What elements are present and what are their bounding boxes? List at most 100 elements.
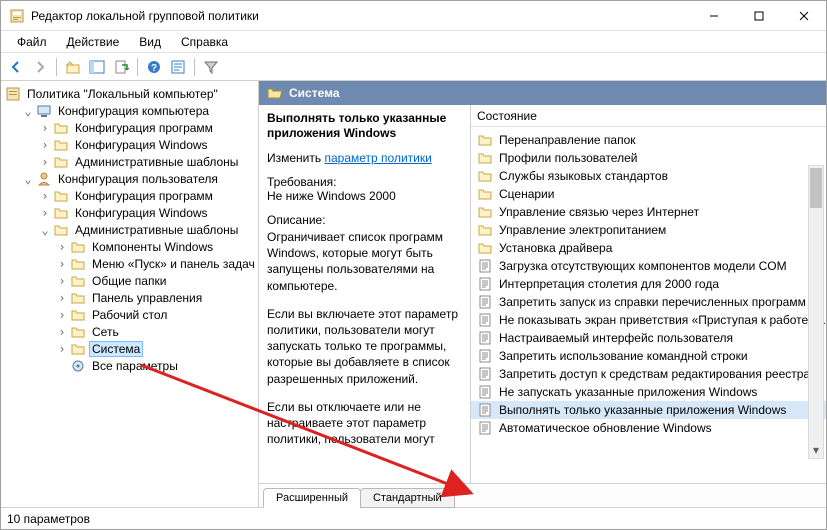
tree-item[interactable]: › Общие папки <box>52 272 258 289</box>
collapse-icon[interactable]: ⌄ <box>39 224 51 236</box>
folder-icon <box>53 137 69 153</box>
list-item-label: Автоматическое обновление Windows <box>499 421 712 435</box>
minimize-button[interactable] <box>691 1 736 31</box>
list-item-label: Сценарии <box>499 187 554 201</box>
expand-icon[interactable]: › <box>39 190 51 202</box>
computer-icon <box>36 103 52 119</box>
list-item-label: Не показывать экран приветствия «Приступ… <box>499 313 826 327</box>
tree-item[interactable]: › Сеть <box>52 323 258 340</box>
tree-item[interactable]: › Панель управления <box>52 289 258 306</box>
expand-icon[interactable]: › <box>56 275 68 287</box>
collapse-icon[interactable]: ⌄ <box>22 105 34 117</box>
list-folder[interactable]: Сценарии <box>471 185 826 203</box>
right-pane: Система Выполнять только указанные прило… <box>259 81 826 507</box>
column-header[interactable]: Состояние <box>471 105 826 127</box>
list-policy[interactable]: Запретить запуск из справки перечисленны… <box>471 293 826 311</box>
list-policy[interactable]: Не запускать указанные приложения Window… <box>471 383 826 401</box>
expand-icon[interactable]: › <box>39 122 51 134</box>
tree-item[interactable]: › Меню «Пуск» и панель задач <box>52 255 258 272</box>
collapse-icon[interactable]: ⌄ <box>22 173 34 185</box>
tree-item[interactable]: › Система <box>52 340 258 357</box>
tab-standard[interactable]: Стандартный <box>360 488 455 508</box>
list-policy[interactable]: Выполнять только указанные приложения Wi… <box>471 401 826 419</box>
scroll-thumb[interactable] <box>810 168 822 208</box>
tree-pane[interactable]: Политика "Локальный компьютер" ⌄ Конфигу… <box>1 81 259 507</box>
folder-icon <box>70 324 86 340</box>
tree-item[interactable]: ›Конфигурация Windows <box>35 204 258 221</box>
folder-icon <box>53 222 69 238</box>
expand-icon[interactable]: › <box>56 326 68 338</box>
node-label: Сеть <box>90 325 121 339</box>
menubar: Файл Действие Вид Справка <box>1 31 826 53</box>
toolbar-separator <box>137 58 138 76</box>
status-text: 10 параметров <box>7 512 90 526</box>
tree-user-config[interactable]: ⌄ Конфигурация пользователя <box>18 170 258 187</box>
node-label: Административные шаблоны <box>73 155 240 169</box>
list-policy[interactable]: Настраиваемый интерфейс пользователя <box>471 329 826 347</box>
expand-icon[interactable]: › <box>39 156 51 168</box>
policy-file-icon <box>477 402 493 418</box>
list-pane[interactable]: Состояние Перенаправление папокПрофили п… <box>471 105 826 483</box>
edit-label: Изменить <box>267 151 321 165</box>
tree-item[interactable]: › Конфигурация программ <box>35 119 258 136</box>
node-label: Все параметры <box>90 359 180 373</box>
menu-help[interactable]: Справка <box>171 33 238 51</box>
description-label: Описание: <box>267 213 462 227</box>
tab-extended[interactable]: Расширенный <box>263 488 361 508</box>
expand-icon[interactable]: › <box>56 241 68 253</box>
tree-item[interactable]: ›Конфигурация программ <box>35 187 258 204</box>
expand-icon[interactable]: › <box>39 207 51 219</box>
node-label: Конфигурация программ <box>73 121 215 135</box>
scroll-down-icon[interactable]: ▾ <box>809 442 823 458</box>
filter-button[interactable] <box>200 56 222 78</box>
list-policy[interactable]: Запретить доступ к средствам редактирова… <box>471 365 826 383</box>
requirements-text: Не ниже Windows 2000 <box>267 189 462 203</box>
tree-item[interactable]: › Административные шаблоны <box>35 153 258 170</box>
edit-policy-link[interactable]: параметр политики <box>324 151 431 165</box>
tree-item[interactable]: ›Конфигурация Windows <box>35 136 258 153</box>
expand-icon[interactable]: › <box>56 343 68 355</box>
list-item-label: Загрузка отсутствующих компонентов модел… <box>499 259 787 273</box>
menu-file[interactable]: Файл <box>7 33 57 51</box>
close-button[interactable] <box>781 1 826 31</box>
list-folder[interactable]: Службы языковых стандартов <box>471 167 826 185</box>
maximize-button[interactable] <box>736 1 781 31</box>
tree-item[interactable]: › Рабочий стол <box>52 306 258 323</box>
titlebar: Редактор локальной групповой политики <box>1 1 826 31</box>
menu-view[interactable]: Вид <box>129 33 171 51</box>
expand-icon[interactable]: › <box>39 139 51 151</box>
list-folder[interactable]: Перенаправление папок <box>471 131 826 149</box>
tree-all-settings[interactable]: Все параметры <box>52 357 258 374</box>
requirements-label: Требования: <box>267 175 462 189</box>
expand-icon[interactable]: › <box>56 309 68 321</box>
folder-icon <box>53 188 69 204</box>
list-folder[interactable]: Профили пользователей <box>471 149 826 167</box>
back-button[interactable] <box>5 56 27 78</box>
up-button[interactable] <box>62 56 84 78</box>
list-policy[interactable]: Загрузка отсутствующих компонентов модел… <box>471 257 826 275</box>
list-policy[interactable]: Интерпретация столетия для 2000 года <box>471 275 826 293</box>
list-policy[interactable]: Не показывать экран приветствия «Приступ… <box>471 311 826 329</box>
tree-root[interactable]: Политика "Локальный компьютер" <box>1 85 258 102</box>
list-policy[interactable]: Автоматическое обновление Windows <box>471 419 826 437</box>
list-folder[interactable]: Управление связью через Интернет <box>471 203 826 221</box>
list-folder[interactable]: Установка драйвера <box>471 239 826 257</box>
tree-admin-templates[interactable]: ⌄Административные шаблоны <box>35 221 258 238</box>
expand-icon[interactable]: › <box>56 292 68 304</box>
folder-icon <box>477 204 493 220</box>
node-label: Компоненты Windows <box>90 240 215 254</box>
show-hide-tree-button[interactable] <box>86 56 108 78</box>
forward-button[interactable] <box>29 56 51 78</box>
export-list-button[interactable] <box>110 56 132 78</box>
details-pane: Выполнять только указанные приложения Wi… <box>259 105 471 483</box>
help-button[interactable]: ? <box>143 56 165 78</box>
list-policy[interactable]: Запретить использование командной строки <box>471 347 826 365</box>
policy-file-icon <box>477 330 493 346</box>
tree-computer-config[interactable]: ⌄ Конфигурация компьютера <box>18 102 258 119</box>
tree-item[interactable]: › Компоненты Windows <box>52 238 258 255</box>
menu-action[interactable]: Действие <box>57 33 130 51</box>
vertical-scrollbar[interactable]: ▴ ▾ <box>808 165 824 459</box>
list-folder[interactable]: Управление электропитанием <box>471 221 826 239</box>
properties-button[interactable] <box>167 56 189 78</box>
expand-icon[interactable]: › <box>56 258 68 270</box>
